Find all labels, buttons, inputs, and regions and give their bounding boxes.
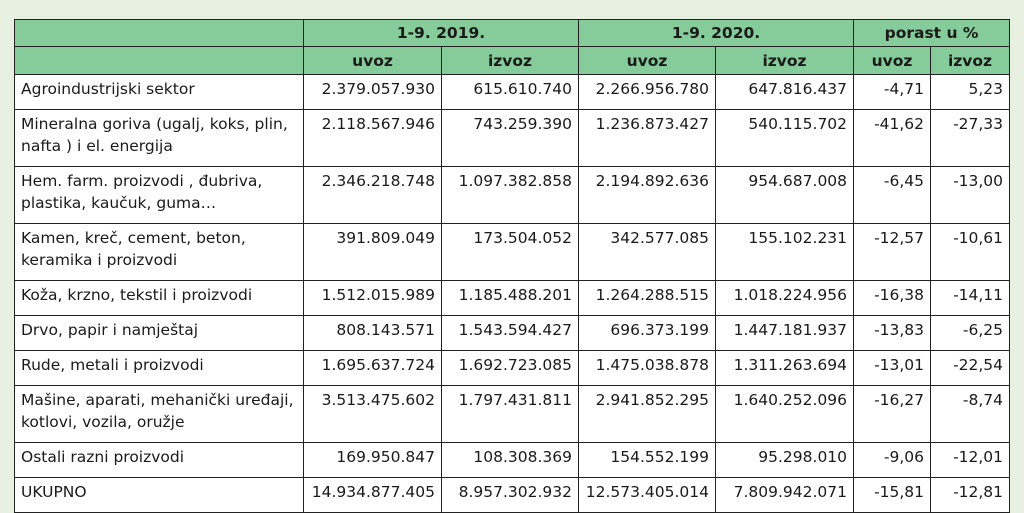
header-period-2019: 1-9. 2019. xyxy=(302,19,580,47)
row-label: Koža, krzno, tekstil i proizvodi xyxy=(14,280,304,316)
import-2019-cell: 1.512.015.989 xyxy=(303,280,442,316)
import-2020-cell: 2.941.852.295 xyxy=(578,385,717,443)
export-2019-cell: 615.610.740 xyxy=(440,74,580,110)
table-row: Koža, krzno, tekstil i proizvodi 1.512.0… xyxy=(14,280,1011,316)
header-corner-cell-2 xyxy=(14,46,304,75)
export-2020-cell: 540.115.702 xyxy=(715,109,855,167)
export-growth-cell: -10,61 xyxy=(930,223,1011,281)
header-export-2019: izvoz xyxy=(440,46,580,75)
header-growth: porast u % xyxy=(853,19,1011,47)
export-2020-cell: 954.687.008 xyxy=(715,166,855,224)
import-2020-cell: 342.577.085 xyxy=(578,223,717,281)
table-row: Hem. farm. proizvodi , đubriva, plastika… xyxy=(14,166,1011,224)
row-label: Rude, metali i proizvodi xyxy=(14,350,304,386)
header-period-2020: 1-9. 2020. xyxy=(578,19,855,47)
import-2020-cell: 2.266.956.780 xyxy=(578,74,717,110)
export-2019-cell: 1.692.723.085 xyxy=(440,350,580,386)
import-2020-cell: 1.475.038.878 xyxy=(578,350,717,386)
import-2020-cell: 2.194.892.636 xyxy=(578,166,717,224)
import-2020-cell: 154.552.199 xyxy=(578,442,717,478)
table-row: Ostali razni proizvodi 169.950.847 108.3… xyxy=(14,442,1011,478)
import-growth-cell: -13,83 xyxy=(853,315,932,351)
export-growth-cell: -22,54 xyxy=(930,350,1011,386)
import-growth-cell: -6,45 xyxy=(853,166,932,224)
export-growth-cell: -8,74 xyxy=(930,385,1011,443)
header-export-2020: izvoz xyxy=(715,46,855,75)
table-body: Agroindustrijski sektor 2.379.057.930 61… xyxy=(14,74,1011,513)
row-label: Mineralna goriva (ugalj, koks, plin, naf… xyxy=(14,109,304,167)
export-2020-cell: 155.102.231 xyxy=(715,223,855,281)
export-2019-cell: 1.797.431.811 xyxy=(440,385,580,443)
header-export-growth: izvoz xyxy=(930,46,1011,75)
export-growth-cell: -13,00 xyxy=(930,166,1011,224)
table-header: 1-9. 2019. 1-9. 2020. porast u % uvoz iz… xyxy=(14,19,1011,75)
export-2020-cell: 7.809.942.071 xyxy=(715,477,855,513)
table-row: Drvo, papir i namještaj 808.143.571 1.54… xyxy=(14,315,1011,351)
header-row-periods: 1-9. 2019. 1-9. 2020. porast u % xyxy=(14,19,1011,47)
export-2019-cell: 1.543.594.427 xyxy=(440,315,580,351)
import-growth-cell: -16,38 xyxy=(853,280,932,316)
export-2019-cell: 1.185.488.201 xyxy=(440,280,580,316)
export-2020-cell: 647.816.437 xyxy=(715,74,855,110)
header-row-subcolumns: uvoz izvoz uvoz izvoz uvoz izvoz xyxy=(14,46,1011,75)
export-2019-cell: 108.308.369 xyxy=(440,442,580,478)
import-2019-cell: 169.950.847 xyxy=(303,442,442,478)
import-growth-cell: -4,71 xyxy=(853,74,932,110)
import-growth-cell: -41,62 xyxy=(853,109,932,167)
import-growth-cell: -15,81 xyxy=(853,477,932,513)
export-2019-cell: 743.259.390 xyxy=(440,109,580,167)
import-growth-cell: -13,01 xyxy=(853,350,932,386)
table-row: Mineralna goriva (ugalj, koks, plin, naf… xyxy=(14,109,1011,167)
row-label: UKUPNO xyxy=(14,477,304,513)
table-row-total: UKUPNO 14.934.877.405 8.957.302.932 12.5… xyxy=(14,477,1011,513)
export-growth-cell: 5,23 xyxy=(930,74,1011,110)
import-2020-cell: 696.373.199 xyxy=(578,315,717,351)
export-2020-cell: 1.447.181.937 xyxy=(715,315,855,351)
header-import-growth: uvoz xyxy=(853,46,932,75)
export-growth-cell: -14,11 xyxy=(930,280,1011,316)
row-label: Drvo, papir i namještaj xyxy=(14,315,304,351)
export-2020-cell: 1.311.263.694 xyxy=(715,350,855,386)
import-2019-cell: 2.379.057.930 xyxy=(303,74,442,110)
row-label: Agroindustrijski sektor xyxy=(14,74,304,110)
export-2020-cell: 1.018.224.956 xyxy=(715,280,855,316)
import-2019-cell: 2.346.218.748 xyxy=(303,166,442,224)
import-2019-cell: 2.118.567.946 xyxy=(303,109,442,167)
export-2020-cell: 1.640.252.096 xyxy=(715,385,855,443)
import-2020-cell: 12.573.405.014 xyxy=(578,477,717,513)
import-2019-cell: 3.513.475.602 xyxy=(303,385,442,443)
export-2019-cell: 173.504.052 xyxy=(440,223,580,281)
row-label: Mašine, aparati, mehanički uređaji, kotl… xyxy=(14,385,304,443)
import-growth-cell: -9,06 xyxy=(853,442,932,478)
import-2019-cell: 14.934.877.405 xyxy=(303,477,442,513)
table-row: Agroindustrijski sektor 2.379.057.930 61… xyxy=(14,74,1011,110)
import-growth-cell: -12,57 xyxy=(853,223,932,281)
import-2019-cell: 391.809.049 xyxy=(303,223,442,281)
export-2019-cell: 1.097.382.858 xyxy=(440,166,580,224)
import-2020-cell: 1.236.873.427 xyxy=(578,109,717,167)
import-2019-cell: 1.695.637.724 xyxy=(303,350,442,386)
trade-table: 1-9. 2019. 1-9. 2020. porast u % uvoz iz… xyxy=(14,19,1011,513)
export-2019-cell: 8.957.302.932 xyxy=(440,477,580,513)
row-label: Ostali razni proizvodi xyxy=(14,442,304,478)
row-label: Kamen, kreč, cement, beton, keramika i p… xyxy=(14,223,304,281)
header-corner-cell xyxy=(14,19,304,47)
header-import-2020: uvoz xyxy=(578,46,717,75)
row-label: Hem. farm. proizvodi , đubriva, plastika… xyxy=(14,166,304,224)
export-growth-cell: -27,33 xyxy=(930,109,1011,167)
export-growth-cell: -6,25 xyxy=(930,315,1011,351)
import-2020-cell: 1.264.288.515 xyxy=(578,280,717,316)
table-row: Rude, metali i proizvodi 1.695.637.724 1… xyxy=(14,350,1011,386)
export-growth-cell: -12,81 xyxy=(930,477,1011,513)
import-2019-cell: 808.143.571 xyxy=(303,315,442,351)
trade-table-container: 1-9. 2019. 1-9. 2020. porast u % uvoz iz… xyxy=(14,19,1011,513)
table-row: Kamen, kreč, cement, beton, keramika i p… xyxy=(14,223,1011,281)
import-growth-cell: -16,27 xyxy=(853,385,932,443)
export-growth-cell: -12,01 xyxy=(930,442,1011,478)
table-row: Mašine, aparati, mehanički uređaji, kotl… xyxy=(14,385,1011,443)
export-2020-cell: 95.298.010 xyxy=(715,442,855,478)
header-import-2019: uvoz xyxy=(303,46,442,75)
